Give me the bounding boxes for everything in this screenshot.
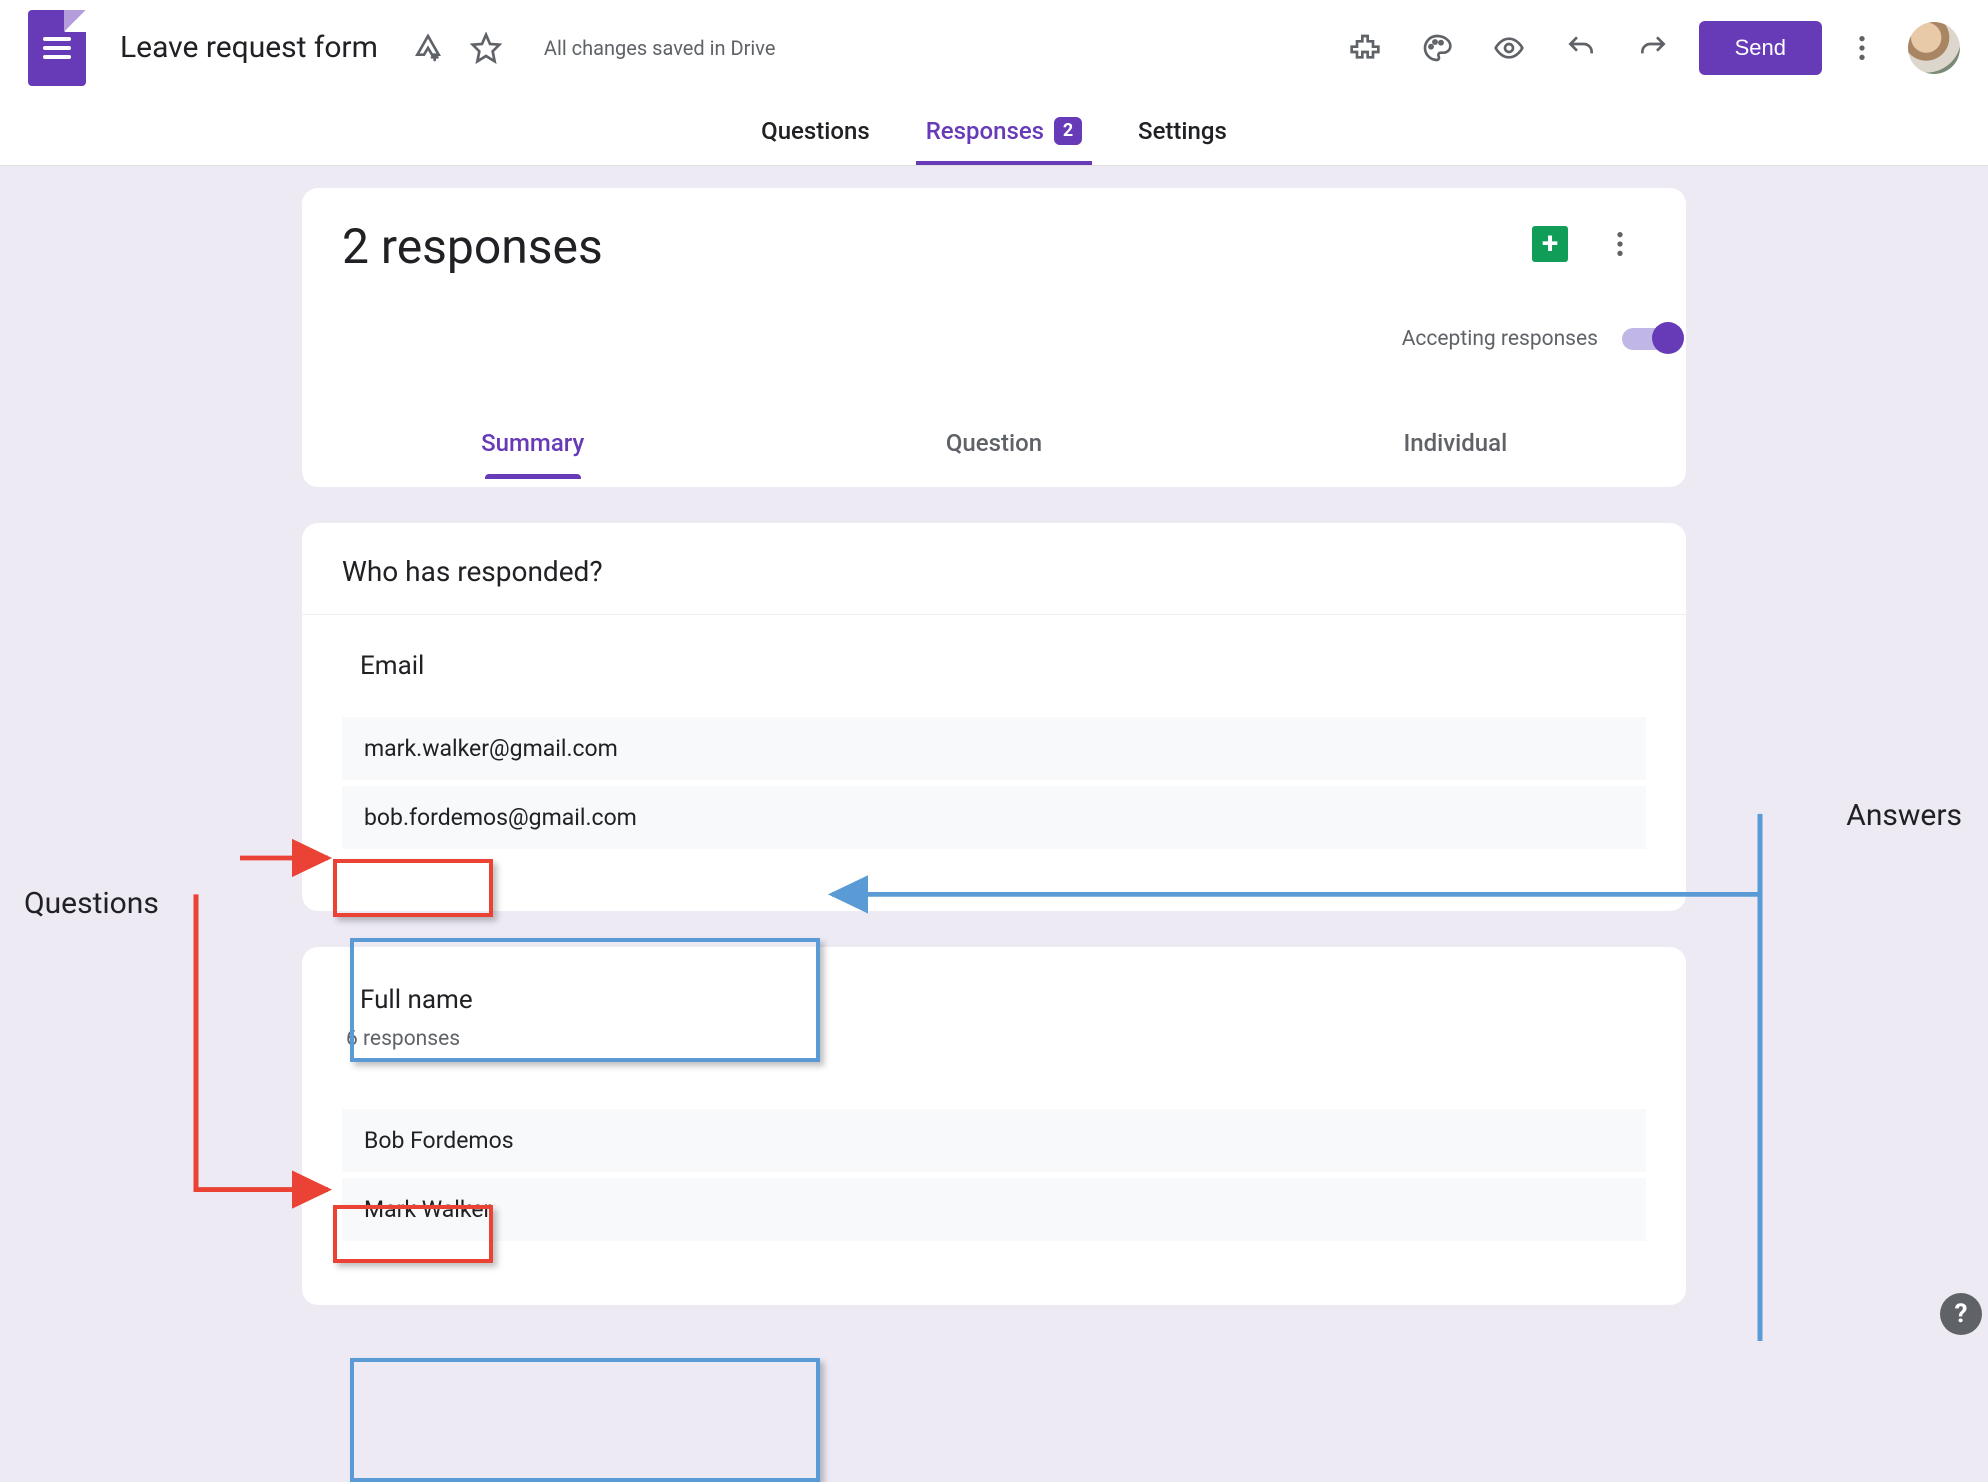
help-fab-icon[interactable]: ? (1940, 1293, 1982, 1335)
tab-label: Questions (761, 117, 870, 145)
subtab-summary[interactable]: Summary (302, 407, 763, 479)
responses-overview-card: 2 responses Accepting responses Summary … (302, 188, 1686, 487)
answer-row: Mark Walker (342, 1172, 1646, 1241)
save-status: All changes saved in Drive (544, 36, 776, 60)
addons-icon[interactable] (1339, 22, 1391, 74)
subtab-question[interactable]: Question (763, 407, 1224, 479)
move-to-drive-icon[interactable] (402, 22, 454, 74)
subtab-label: Individual (1403, 429, 1507, 457)
answer-row: bob.fordemos@gmail.com (342, 780, 1646, 849)
tab-label: Settings (1138, 117, 1227, 145)
preview-icon[interactable] (1483, 22, 1535, 74)
tab-label: Responses (926, 117, 1044, 145)
account-avatar[interactable] (1908, 22, 1960, 74)
responses-subtabs: Summary Question Individual (302, 407, 1686, 479)
question-label-email: Email (342, 645, 442, 687)
section-title: Who has responded? (302, 547, 1686, 614)
subtab-individual[interactable]: Individual (1225, 407, 1686, 479)
palette-icon[interactable] (1411, 22, 1463, 74)
accepting-responses-label: Accepting responses (1402, 327, 1598, 351)
subtab-label: Question (946, 429, 1042, 457)
app-header: Leave request form All changes saved in … (0, 0, 1988, 96)
responses-count-badge: 2 (1054, 117, 1082, 145)
send-button[interactable]: Send (1699, 21, 1822, 75)
annotation-answers-label: Answers (1846, 798, 1962, 833)
page-body: 2 responses Accepting responses Summary … (0, 166, 1988, 1341)
annotation-bluebox-names (350, 1358, 820, 1482)
subtab-label: Summary (481, 429, 584, 457)
redo-icon[interactable] (1627, 22, 1679, 74)
accepting-responses-toggle[interactable] (1622, 328, 1680, 350)
fullname-answers-list: Bob Fordemos Mark Walker (342, 1109, 1646, 1241)
responses-count-title: 2 responses (342, 218, 603, 275)
editor-tabs: Questions Responses 2 Settings (0, 96, 1988, 166)
annotation-redbox-fullname (333, 1205, 493, 1263)
annotation-redbox-email (333, 859, 493, 917)
answer-row: mark.walker@gmail.com (342, 717, 1646, 780)
more-icon[interactable] (1836, 22, 1888, 74)
document-title[interactable]: Leave request form (120, 30, 378, 65)
annotation-bluebox-emails (350, 938, 820, 1062)
email-question-block: Email mark.walker@gmail.com bob.fordemos… (302, 615, 1686, 903)
forms-app-icon[interactable] (28, 10, 86, 86)
who-responded-card: Who has responded? Email mark.walker@gma… (302, 523, 1686, 911)
annotation-questions-label: Questions (24, 886, 159, 921)
tab-settings[interactable]: Settings (1138, 96, 1227, 165)
undo-icon[interactable] (1555, 22, 1607, 74)
responses-more-icon[interactable] (1594, 218, 1646, 270)
email-answers-list: mark.walker@gmail.com bob.fordemos@gmail… (342, 717, 1646, 849)
answer-row: Bob Fordemos (342, 1109, 1646, 1172)
link-to-sheets-icon[interactable] (1532, 226, 1568, 262)
tab-responses[interactable]: Responses 2 (926, 96, 1082, 165)
star-icon[interactable] (460, 22, 512, 74)
tab-questions[interactable]: Questions (761, 96, 870, 165)
